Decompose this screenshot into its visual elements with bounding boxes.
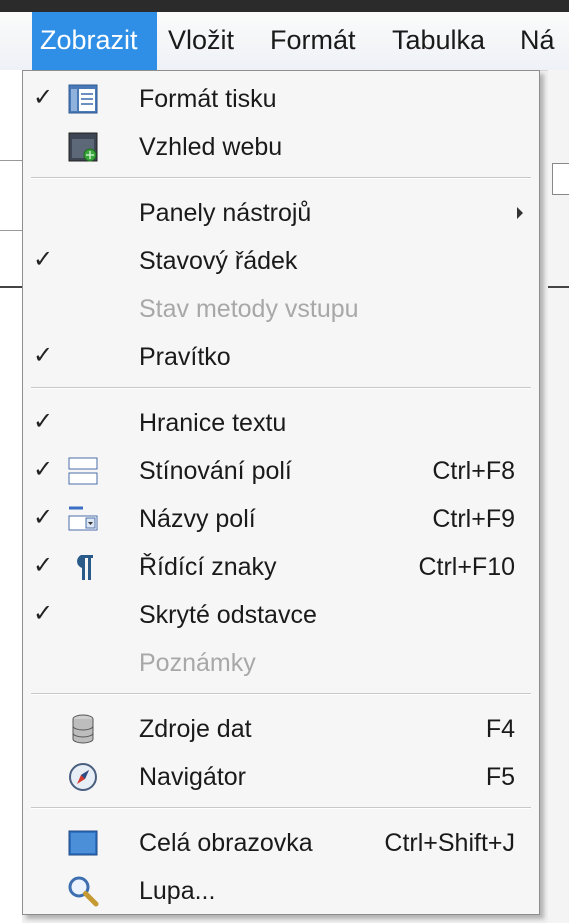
print-layout-icon: [67, 83, 99, 115]
menu-item-label: Vzhled webu: [139, 133, 283, 161]
document-area-left: [0, 70, 22, 923]
menu-item-label: Stínování polí: [139, 457, 292, 485]
menu-zobrazit[interactable]: Zobrazit: [32, 12, 157, 70]
check-icon: [33, 199, 51, 225]
menu-item-label: Poznámky: [139, 649, 256, 677]
check-icon: ✓: [33, 456, 54, 483]
submenu-arrow-icon: [517, 207, 523, 219]
menu-item-label: Panely nástrojů: [139, 199, 312, 227]
field-names-icon: [67, 503, 99, 535]
ruler-edge: [0, 286, 22, 288]
check-icon: [33, 829, 51, 855]
menu-nastroje[interactable]: Ná: [512, 12, 569, 70]
menu-format[interactable]: Formát: [262, 12, 380, 70]
check-icon: ✓: [33, 246, 54, 273]
menu-item-web-layout[interactable]: Vzhled webu: [23, 123, 539, 171]
database-icon: [67, 713, 99, 745]
menu-item-comments: Poznámky: [23, 639, 539, 687]
toolbar-divider: [0, 230, 22, 231]
navigator-compass-icon: [67, 761, 99, 793]
document-area-right: [548, 70, 569, 923]
magnifier-icon: [67, 875, 99, 907]
check-icon: [33, 877, 51, 903]
menu-separator: [31, 693, 531, 695]
check-icon: ✓: [33, 84, 54, 111]
check-icon: ✓: [33, 600, 54, 627]
check-icon: [33, 295, 51, 321]
toolbar-combobox-fragment[interactable]: [552, 163, 569, 195]
menu-item-ruler[interactable]: ✓ Pravítko: [23, 333, 539, 381]
check-icon: ✓: [33, 408, 54, 435]
menu-item-toolbars[interactable]: Panely nástrojů: [23, 189, 539, 237]
menu-item-label: Názvy polí: [139, 505, 256, 533]
menu-item-field-shading[interactable]: ✓ Stínování polí Ctrl+F8: [23, 447, 539, 495]
menu-item-formatting-marks[interactable]: ✓ Řídící znaky Ctrl+F10: [23, 543, 539, 591]
menu-item-text-boundaries[interactable]: ✓ Hranice textu: [23, 399, 539, 447]
menu-item-label: Celá obrazovka: [139, 829, 313, 857]
shortcut-text: Ctrl+F8: [432, 457, 515, 485]
toolbar-divider: [0, 160, 22, 161]
menu-item-label: Navigátor: [139, 763, 246, 791]
shortcut-text: Ctrl+F9: [432, 505, 515, 533]
check-icon: [33, 763, 51, 789]
full-screen-icon: [67, 827, 99, 859]
menu-item-label: Zdroje dat: [139, 715, 252, 743]
web-layout-icon: [67, 131, 99, 163]
menu-item-hidden-paragraphs[interactable]: ✓ Skryté odstavce: [23, 591, 539, 639]
menu-bar: Zobrazit Vložit Formát Tabulka Ná: [0, 12, 569, 71]
check-icon: [33, 649, 51, 675]
shortcut-text: F5: [485, 763, 515, 791]
field-shading-icon: [67, 455, 99, 487]
menu-item-data-sources[interactable]: Zdroje dat F4: [23, 705, 539, 753]
menu-separator: [31, 807, 531, 809]
menu-item-label: Formát tisku: [139, 85, 277, 113]
menu-item-label: Stavový řádek: [139, 247, 298, 275]
menu-item-label: Skryté odstavce: [139, 601, 317, 629]
menu-tabulka[interactable]: Tabulka: [384, 12, 510, 70]
menu-item-zoom[interactable]: Lupa...: [23, 867, 539, 915]
menu-item-navigator[interactable]: Navigátor F5: [23, 753, 539, 801]
menu-item-field-names[interactable]: ✓ Názvy polí Ctrl+F9: [23, 495, 539, 543]
menu-vlozit[interactable]: Vložit: [160, 12, 252, 70]
window-frame: [0, 0, 569, 12]
check-icon: [33, 133, 51, 159]
check-icon: ✓: [33, 342, 54, 369]
menu-separator: [31, 177, 531, 179]
menu-separator: [31, 387, 531, 389]
menu-item-input-method-status: Stav metody vstupu: [23, 285, 539, 333]
menu-item-label: Stav metody vstupu: [139, 295, 359, 323]
shortcut-text: Ctrl+F10: [418, 553, 515, 581]
menu-item-status-bar[interactable]: ✓ Stavový řádek: [23, 237, 539, 285]
check-icon: ✓: [33, 504, 54, 531]
pilcrow-icon: [67, 551, 99, 583]
shortcut-text: Ctrl+Shift+J: [384, 829, 515, 857]
menu-item-label: Pravítko: [139, 343, 231, 371]
check-icon: ✓: [33, 552, 54, 579]
menu-item-label: Hranice textu: [139, 409, 287, 437]
menu-item-label: Lupa...: [139, 877, 216, 905]
check-icon: [33, 715, 51, 741]
view-menu-dropdown: ✓ Formát tisku Vzhled webu Panely nástro…: [22, 70, 540, 915]
ruler-edge: [548, 286, 569, 288]
shortcut-text: F4: [485, 715, 515, 743]
menu-item-full-screen[interactable]: Celá obrazovka Ctrl+Shift+J: [23, 819, 539, 867]
menu-item-label: Řídící znaky: [139, 553, 277, 581]
menu-item-print-layout[interactable]: ✓ Formát tisku: [23, 75, 539, 123]
